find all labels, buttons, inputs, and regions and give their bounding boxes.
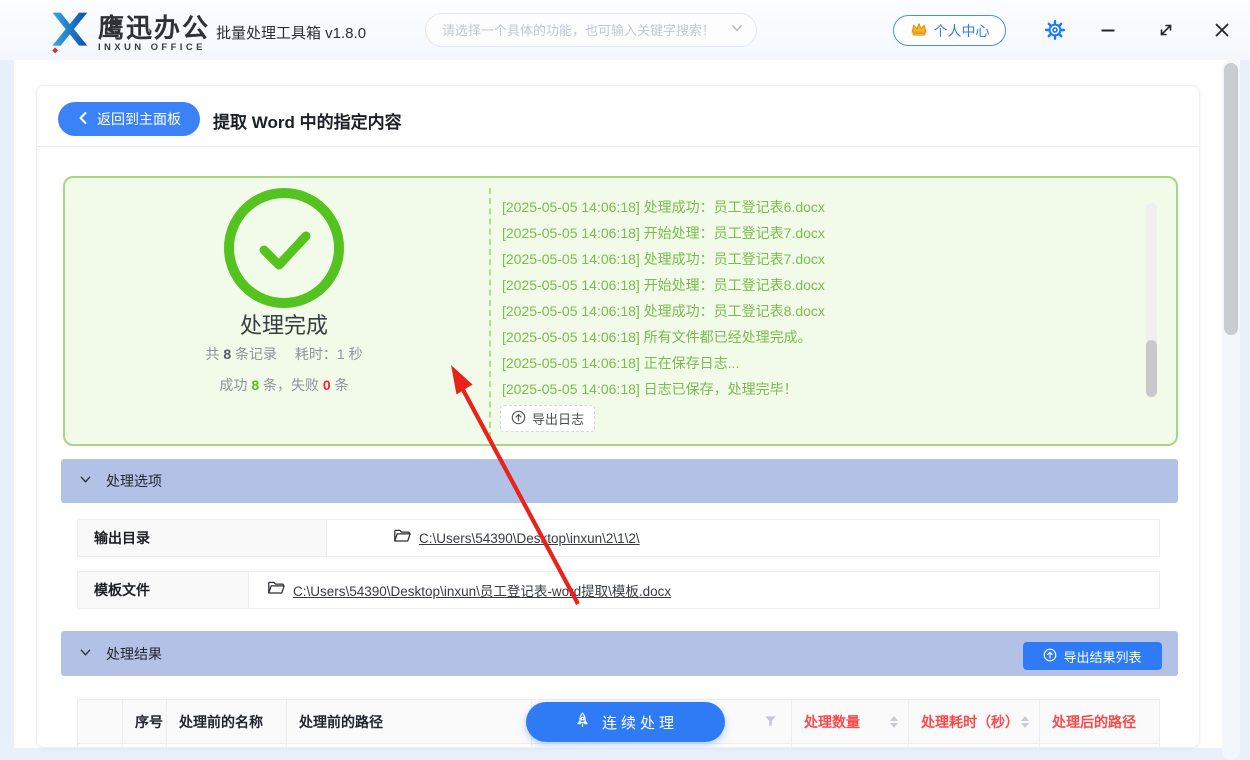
back-button-label: 返回到主面板 bbox=[97, 111, 181, 127]
col-select bbox=[78, 700, 123, 743]
app-title-version: 批量处理工具箱 v1.8.0 bbox=[216, 25, 367, 42]
page-card: 返回到主面板 提取 Word 中的指定内容 处理完成 共 8 条记录 耗时：1 … bbox=[36, 85, 1200, 748]
section-title: 处理结果 bbox=[106, 645, 162, 662]
crown-icon bbox=[910, 21, 928, 40]
upload-circle-icon bbox=[511, 410, 526, 428]
elapsed-value: 1 秒 bbox=[336, 346, 363, 362]
continue-button-label: 连续处理 bbox=[601, 714, 678, 732]
main-scrollbar-thumb[interactable] bbox=[1224, 63, 1238, 335]
log-line: [2025-05-05 14:06:18] 正在保存日志... bbox=[502, 355, 740, 371]
brand-name: 鹰迅办公 bbox=[98, 13, 211, 43]
back-button[interactable]: 返回到主面板 bbox=[58, 102, 200, 136]
minimize-button[interactable] bbox=[1100, 22, 1116, 38]
col-elapsed[interactable]: 处理耗时（秒） bbox=[909, 700, 1040, 743]
output-dir-link[interactable]: C:\Users\54390\Desktop\inxun\2\1\2\ bbox=[419, 531, 640, 546]
output-dir-row: 输出目录 C:\Users\54390\Desktop\inxun\2\1\2\ bbox=[77, 519, 1160, 557]
folder-icon bbox=[393, 528, 411, 549]
log-scrollbar-track[interactable] bbox=[1146, 203, 1157, 397]
sort-icon[interactable] bbox=[890, 715, 898, 728]
function-search-box[interactable] bbox=[425, 13, 757, 47]
folder-icon bbox=[267, 580, 285, 601]
summary-totals: 共 8 条记录 耗时：1 秒 bbox=[205, 346, 363, 362]
col-path-after: 处理后的路径 bbox=[1052, 713, 1136, 730]
rocket-icon bbox=[573, 711, 592, 734]
process-log: [2025-05-05 14:06:18] 处理成功：员工登记表6.docx [… bbox=[489, 188, 1149, 438]
app-logo: 鹰迅办公 INXUN OFFICE bbox=[46, 8, 210, 59]
log-line: [2025-05-05 14:06:18] 处理成功：员工登记表6.docx bbox=[502, 199, 825, 215]
filter-funnel-icon[interactable] bbox=[764, 715, 777, 731]
total-count: 8 bbox=[223, 346, 232, 362]
export-results-button[interactable]: 导出结果列表 bbox=[1023, 642, 1162, 670]
section-title: 处理选项 bbox=[106, 473, 162, 489]
settings-gear-icon[interactable] bbox=[1045, 20, 1065, 40]
brand-name-en: INXUN OFFICE bbox=[98, 42, 206, 53]
page-title: 提取 Word 中的指定内容 bbox=[213, 113, 402, 132]
row-label: 输出目录 bbox=[78, 520, 327, 556]
template-file-row: 模板文件 C:\Users\54390\Desktop\inxun\员工登记表-… bbox=[77, 571, 1160, 609]
log-line: [2025-05-05 14:06:18] 日志已保存，处理完毕！ bbox=[502, 381, 798, 397]
col-name-before: 处理前的名称 bbox=[167, 700, 287, 743]
summary-success-fail: 成功 8 条，失败 0 条 bbox=[219, 377, 349, 393]
success-count: 8 bbox=[251, 377, 260, 393]
divider bbox=[37, 146, 1199, 147]
section-header-results[interactable]: 处理结果 bbox=[61, 631, 1178, 676]
log-line: [2025-05-05 14:06:18] 开始处理：员工登记表7.docx bbox=[502, 225, 825, 241]
col-index: 序号 bbox=[123, 700, 167, 743]
check-circle-icon bbox=[224, 188, 344, 308]
fail-count: 0 bbox=[322, 377, 331, 393]
search-dropdown-chevron-icon[interactable] bbox=[730, 21, 744, 40]
log-line: [2025-05-05 14:06:18] 处理成功：员工登记表8.docx bbox=[502, 303, 825, 319]
export-results-label: 导出结果列表 bbox=[1063, 649, 1142, 665]
titlebar: 鹰迅办公 INXUN OFFICE 批量处理工具箱 v1.8.0 个人中心 bbox=[0, 0, 1250, 60]
resize-button[interactable] bbox=[1158, 22, 1174, 38]
chevron-down-icon bbox=[79, 646, 92, 662]
success-panel: 处理完成 共 8 条记录 耗时：1 秒 成功 8 条，失败 0 条 [2025-… bbox=[63, 176, 1178, 446]
upload-circle-icon bbox=[1043, 648, 1057, 665]
main-scrollbar-track[interactable] bbox=[1222, 60, 1240, 760]
logo-x-icon bbox=[46, 8, 90, 59]
col-path-before: 处理前的路径 bbox=[287, 700, 532, 743]
close-button[interactable] bbox=[1214, 22, 1230, 38]
export-log-button[interactable]: 导出日志 bbox=[500, 405, 596, 432]
function-search-input[interactable] bbox=[442, 22, 730, 38]
log-line: [2025-05-05 14:06:18] 所有文件都已经处理完成。 bbox=[502, 329, 812, 345]
continue-button[interactable]: 连续处理 bbox=[526, 702, 725, 742]
status-title: 处理完成 bbox=[239, 313, 328, 338]
user-center-label: 个人中心 bbox=[933, 22, 990, 39]
sort-icon[interactable] bbox=[1021, 715, 1029, 728]
log-line: [2025-05-05 14:06:18] 处理成功：员工登记表7.docx bbox=[502, 251, 825, 267]
log-line: [2025-05-05 14:06:18] 开始处理：员工登记表8.docx bbox=[502, 277, 825, 293]
table-row bbox=[78, 744, 1159, 747]
col-count[interactable]: 处理数量 bbox=[792, 700, 909, 743]
user-center-button[interactable]: 个人中心 bbox=[893, 15, 1006, 46]
log-scrollbar-thumb[interactable] bbox=[1146, 340, 1157, 397]
row-label: 模板文件 bbox=[78, 572, 249, 608]
chevron-down-icon bbox=[79, 473, 92, 489]
chevron-left-icon bbox=[77, 111, 89, 128]
template-file-link[interactable]: C:\Users\54390\Desktop\inxun\员工登记表-word提… bbox=[293, 580, 671, 600]
export-log-label: 导出日志 bbox=[532, 412, 585, 427]
section-header-options[interactable]: 处理选项 bbox=[61, 459, 1178, 503]
